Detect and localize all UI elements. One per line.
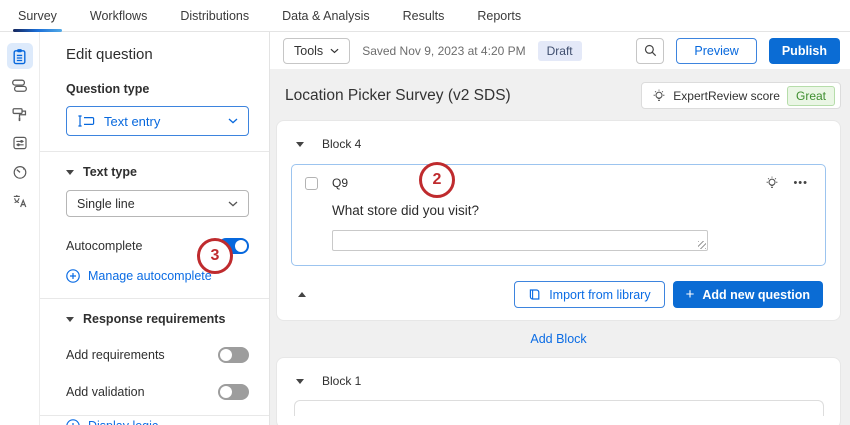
tab-distributions[interactable]: Distributions [180,0,249,32]
sidebar-item-look-and-feel[interactable] [7,101,33,127]
chevron-down-icon [228,118,238,124]
answer-text-input[interactable] [332,230,708,251]
add-question-label: Add new question [702,288,810,302]
question-id: Q9 [332,176,348,190]
import-label: Import from library [549,288,650,302]
add-requirements-toggle[interactable] [218,347,249,363]
question-lightbulb-icon[interactable] [765,176,779,190]
text-entry-icon [77,114,95,128]
block-collapse-caret[interactable] [296,142,304,147]
tools-dropdown-button[interactable]: Tools [283,38,350,64]
tools-label: Tools [294,44,323,58]
add-validation-toggle[interactable] [218,384,249,400]
question-text[interactable]: What store did you visit? [332,203,812,218]
add-requirements-label: Add requirements [66,348,165,362]
display-logic-label: Display logic [88,419,158,425]
import-from-library-button[interactable]: Import from library [514,281,664,308]
panel-divider [40,415,269,416]
search-icon [644,44,657,57]
survey-canvas: Location Picker Survey (v2 SDS) ExpertRe… [270,69,850,425]
block-card-1: Block 1 [276,357,841,425]
score-gauge-icon [12,164,28,180]
sidebar-item-builder[interactable] [7,43,33,69]
autocomplete-label: Autocomplete [66,239,142,253]
tab-workflows[interactable]: Workflows [90,0,147,32]
block-card-4: Block 4 Q9 What store did you visit? [276,120,841,321]
collapse-caret-icon [66,317,74,322]
panel-title: Edit question [66,46,249,63]
sidebar-item-survey-flow[interactable] [7,72,33,98]
response-requirements-label: Response requirements [83,312,225,326]
tab-data-analysis[interactable]: Data & Analysis [282,0,370,32]
preview-button[interactable]: Preview [676,38,756,64]
block-collapse-caret[interactable] [296,379,304,384]
manage-autocomplete-label: Manage autocomplete [88,269,212,283]
expert-review-pill[interactable]: ExpertReview score Great [641,82,841,109]
collapse-caret-icon [66,170,74,175]
text-type-label: Text type [83,165,137,179]
sidebar-item-score[interactable] [7,159,33,185]
survey-title: Location Picker Survey (v2 SDS) [285,87,511,105]
score-badge: Great [787,86,835,106]
library-book-icon [528,288,541,301]
add-validation-label: Add validation [66,385,145,399]
question-type-dropdown[interactable]: Text entry [66,106,249,136]
draft-status-badge: Draft [538,41,582,61]
add-block-link[interactable]: Add Block [276,332,841,346]
tab-results[interactable]: Results [403,0,445,32]
plus-circle-icon [66,419,80,425]
chevron-down-icon [330,48,339,54]
survey-options-icon [12,135,28,151]
publish-button[interactable]: Publish [769,38,840,64]
text-type-value: Single line [77,197,135,211]
question-card-q9[interactable]: Q9 What store did you visit? [291,164,826,266]
chevron-down-icon [228,201,238,207]
panel-divider [40,298,269,299]
survey-flow-icon [11,77,28,94]
sidebar-item-translations[interactable] [7,188,33,214]
block-footer-collapse-caret[interactable] [298,292,306,297]
survey-builder-icon [11,48,28,65]
response-requirements-section-header[interactable]: Response requirements [66,312,249,326]
question-checkbox[interactable] [305,177,318,190]
block-name: Block 1 [322,374,361,388]
text-type-select[interactable]: Single line [66,190,249,217]
lightbulb-icon [652,89,666,103]
top-nav: Survey Workflows Distributions Data & An… [0,0,850,32]
question-card-partial[interactable] [294,400,824,416]
saved-status-text: Saved Nov 9, 2023 at 4:20 PM [362,44,525,58]
translations-icon [12,193,28,209]
plus-icon: + [686,287,695,302]
add-new-question-button[interactable]: + Add new question [673,281,823,308]
annotation-circle-2: 2 [419,162,455,198]
edit-question-panel: Edit question Question type Text entry T… [40,32,270,425]
question-menu-icon[interactable] [793,177,808,189]
plus-circle-icon [66,269,80,283]
sidebar-item-survey-options[interactable] [7,130,33,156]
question-type-value: Text entry [104,114,160,129]
editor-toolbar: Tools Saved Nov 9, 2023 at 4:20 PM Draft… [270,32,850,69]
display-logic-link[interactable]: Display logic [66,419,158,425]
tab-reports[interactable]: Reports [477,0,521,32]
look-and-feel-icon [11,106,28,123]
text-type-section-header[interactable]: Text type [66,165,249,179]
question-type-label: Question type [66,82,249,96]
left-icon-rail [0,32,40,425]
search-button[interactable] [636,38,664,64]
annotation-circle-3: 3 [197,238,233,274]
panel-divider [40,151,269,152]
expert-review-label: ExpertReview score [673,89,780,103]
block-name: Block 4 [322,137,361,151]
tab-survey[interactable]: Survey [18,0,57,32]
